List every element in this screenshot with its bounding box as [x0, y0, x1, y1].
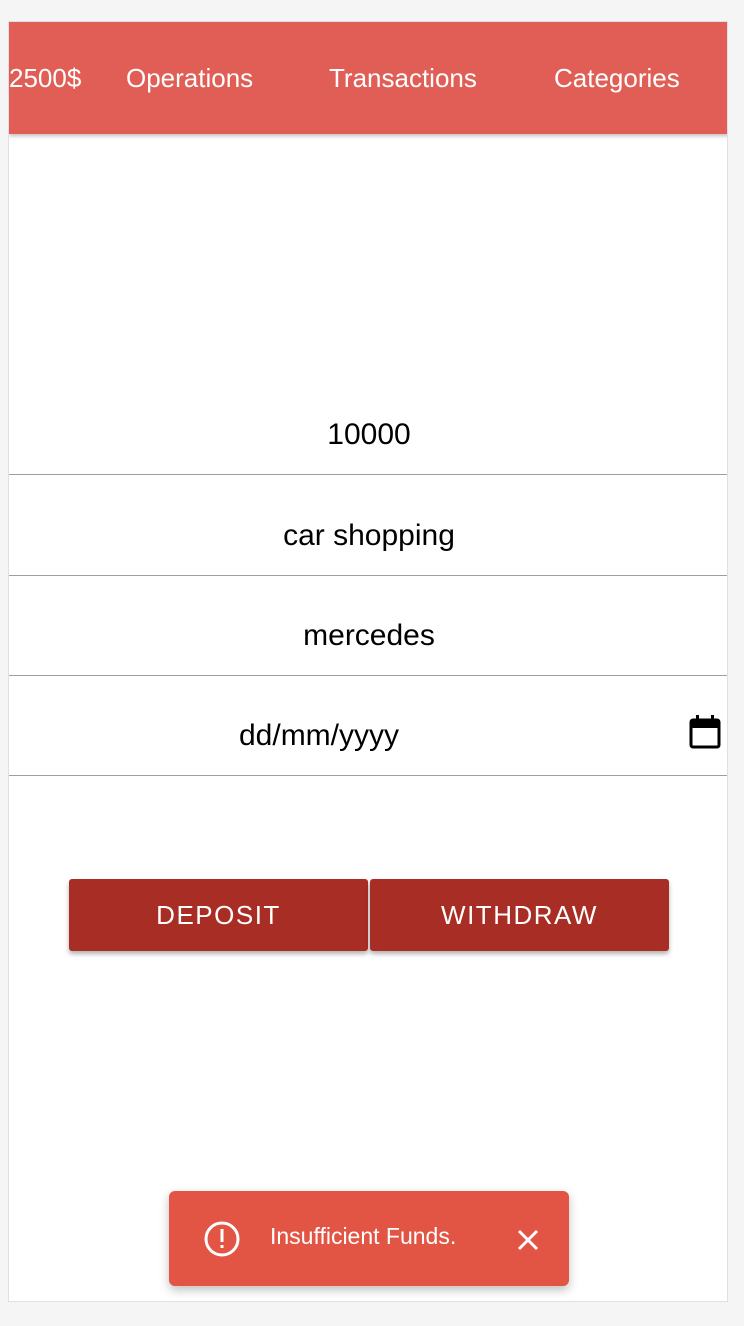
alert-circle-icon — [204, 1221, 240, 1257]
amount-field — [9, 375, 727, 475]
category-input[interactable] — [9, 619, 727, 653]
description-input[interactable] — [9, 519, 727, 553]
deposit-button[interactable]: DEPOSIT — [69, 879, 368, 951]
nav-link-operations[interactable]: Operations — [126, 62, 253, 94]
category-field — [9, 576, 727, 676]
snackbar-message: Insufficient Funds. — [270, 1223, 457, 1249]
nav-link-categories[interactable]: Categories — [554, 62, 680, 94]
close-icon[interactable] — [513, 1225, 543, 1255]
nav-link-transactions[interactable]: Transactions — [329, 62, 477, 94]
balance-display: 2500$ — [9, 63, 82, 93]
date-placeholder: dd/mm/yyyy — [238, 719, 400, 752]
error-snackbar: Insufficient Funds. — [169, 1191, 569, 1286]
description-field — [9, 476, 727, 576]
app-frame: 2500$ Operations Transactions Categories… — [8, 21, 728, 1302]
date-field[interactable]: dd/mm/yyyy — [9, 676, 727, 776]
withdraw-button[interactable]: WITHDRAW — [370, 879, 669, 951]
top-nav-bar: 2500$ Operations Transactions Categories — [9, 22, 727, 134]
amount-input[interactable] — [9, 418, 727, 452]
calendar-icon[interactable] — [689, 715, 721, 749]
